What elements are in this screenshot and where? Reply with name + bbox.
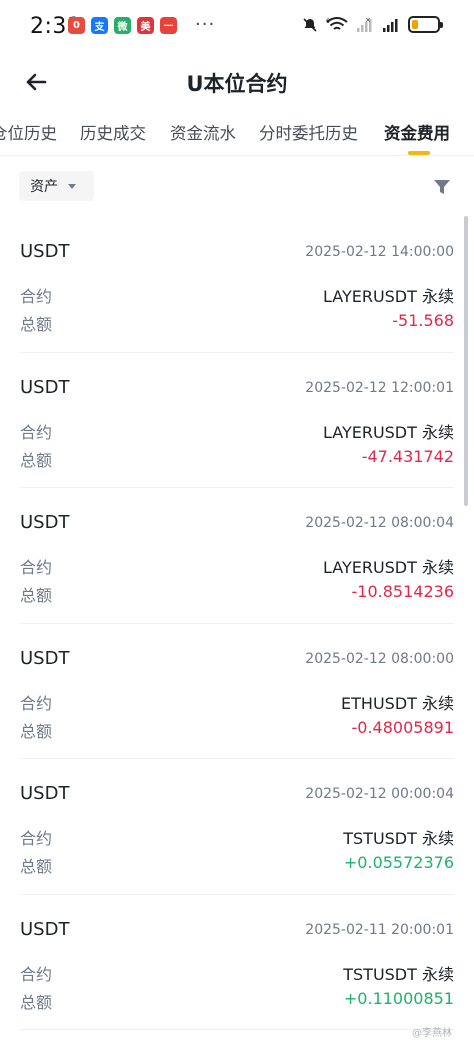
record-time: 2025-02-12 14:00:00	[305, 244, 454, 260]
record-asset: USDT	[20, 918, 70, 940]
record-contract-label: 合约	[20, 287, 53, 306]
wifi-icon: 6	[326, 16, 348, 30]
record-amount: -10.8514236	[351, 582, 454, 601]
funding-record: USDT 2025-02-12 14:00:00 合约 LAYERUSDT 永续总额 -…	[0, 217, 474, 353]
record-contract-label: 合约	[20, 422, 53, 442]
record-amount-label: 总额	[20, 992, 53, 1012]
record-asset: USDT	[20, 376, 70, 398]
record-contract-label: 合约	[20, 964, 53, 984]
tab-trade-history[interactable]: 历史成交	[80, 120, 146, 144]
notification-app-icons: 0 支微美 —	[68, 17, 177, 34]
record-amount-label: 总额	[20, 450, 53, 470]
tab-position-history[interactable]: 仓位历史	[0, 120, 57, 144]
status-bar: 2:31 0 支微美 — ··· 6 ×	[0, 0, 474, 58]
tab-bar: 仓位历史 历史成交 资金流水 分时委托历史 资金费用	[0, 112, 474, 156]
record-amount-label: 总额	[20, 857, 53, 876]
record-asset: USDT	[20, 512, 70, 533]
signal-sim1-icon: ×	[357, 17, 372, 32]
funding-fee-list: USDT 2025-02-12 14:00:00 合约 LAYERUSDT 永续 总额 -…	[0, 217, 474, 1030]
funding-record: USDT 2025-02-12 08:00:00 合约 ETHUSDT 永续总额 -0.…	[0, 624, 474, 759]
caret-down-icon	[68, 183, 76, 189]
tab-funding-fee[interactable]: 资金费用	[384, 120, 450, 144]
status-indicators: 6 ×	[302, 16, 443, 33]
record-contract: ETHUSDT 永续	[341, 693, 454, 713]
funding-record: USDT 2025-02-12 12:00:01 合约 LAYERUSDT 永续总额 -…	[0, 353, 474, 488]
record-contract-label: 合约	[20, 829, 53, 848]
app-icon-5: —	[160, 17, 177, 34]
divider	[20, 1029, 454, 1030]
app-icon-3: 微	[114, 17, 131, 34]
record-contract: LAYERUSDT 永续	[322, 422, 454, 442]
signal-sim2-icon	[383, 18, 398, 32]
page-title: U本位合约	[186, 72, 288, 96]
record-time: 2025-02-12 12:00:01	[305, 379, 454, 396]
tab-twap-history[interactable]: 分时委托历史	[259, 120, 358, 144]
record-contract: LAYERUSDT 永续	[322, 558, 454, 577]
record-contract: TSTUSDT 永续	[343, 829, 454, 848]
record-amount: -0.48005891	[351, 717, 454, 737]
tab-transaction-history[interactable]: 资金流水	[170, 120, 236, 144]
app-icon-2: 支	[91, 17, 108, 34]
funding-record: USDT 2025-02-12 08:00:04 合约 LAYERUSDT 永续总额 -…	[0, 488, 474, 624]
network-label: 6	[326, 18, 330, 25]
record-amount: -47.431742	[361, 446, 454, 466]
record-time: 2025-02-12 08:00:04	[305, 515, 454, 531]
funding-record: USDT 2025-02-11 20:00:01 合约 TSTUSDT 永续总额 +0.…	[0, 895, 474, 1030]
app-icon-4: 美	[137, 17, 154, 34]
record-contract-label: 合约	[20, 558, 53, 577]
app-icon-1: 0	[68, 17, 85, 34]
watermark: @李燕林	[412, 1028, 452, 1039]
filter-icon[interactable]	[432, 177, 452, 197]
battery-icon	[408, 16, 443, 33]
record-contract: LAYERUSDT 永续	[322, 287, 454, 306]
record-asset: USDT	[20, 241, 70, 262]
record-contract-label: 合约	[20, 693, 53, 713]
record-asset: USDT	[20, 647, 70, 669]
page-header: U本位合约	[0, 58, 474, 106]
record-amount-label: 总额	[20, 721, 53, 741]
svg-text:×: ×	[365, 17, 371, 24]
record-amount-label: 总额	[20, 315, 53, 334]
asset-filter-dropdown[interactable]: 资产	[19, 171, 94, 201]
record-amount-label: 总额	[20, 586, 53, 605]
record-time: 2025-02-12 00:00:04	[305, 786, 454, 802]
record-amount: -51.568	[392, 311, 454, 330]
funding-record: USDT 2025-02-12 00:00:04 合约 TSTUSDT 永续总额 +0.…	[0, 759, 474, 895]
more-notifications-icon: ···	[195, 14, 216, 35]
record-amount: +0.11000851	[343, 988, 454, 1008]
record-asset: USDT	[20, 783, 70, 804]
asset-filter-label: 资产	[30, 179, 58, 195]
record-contract: TSTUSDT 永续	[343, 964, 454, 984]
record-time: 2025-02-12 08:00:00	[305, 650, 454, 667]
record-amount: +0.05572376	[343, 853, 454, 872]
active-tab-indicator	[408, 151, 430, 155]
mute-icon	[303, 17, 317, 32]
record-time: 2025-02-11 20:00:01	[305, 921, 454, 938]
